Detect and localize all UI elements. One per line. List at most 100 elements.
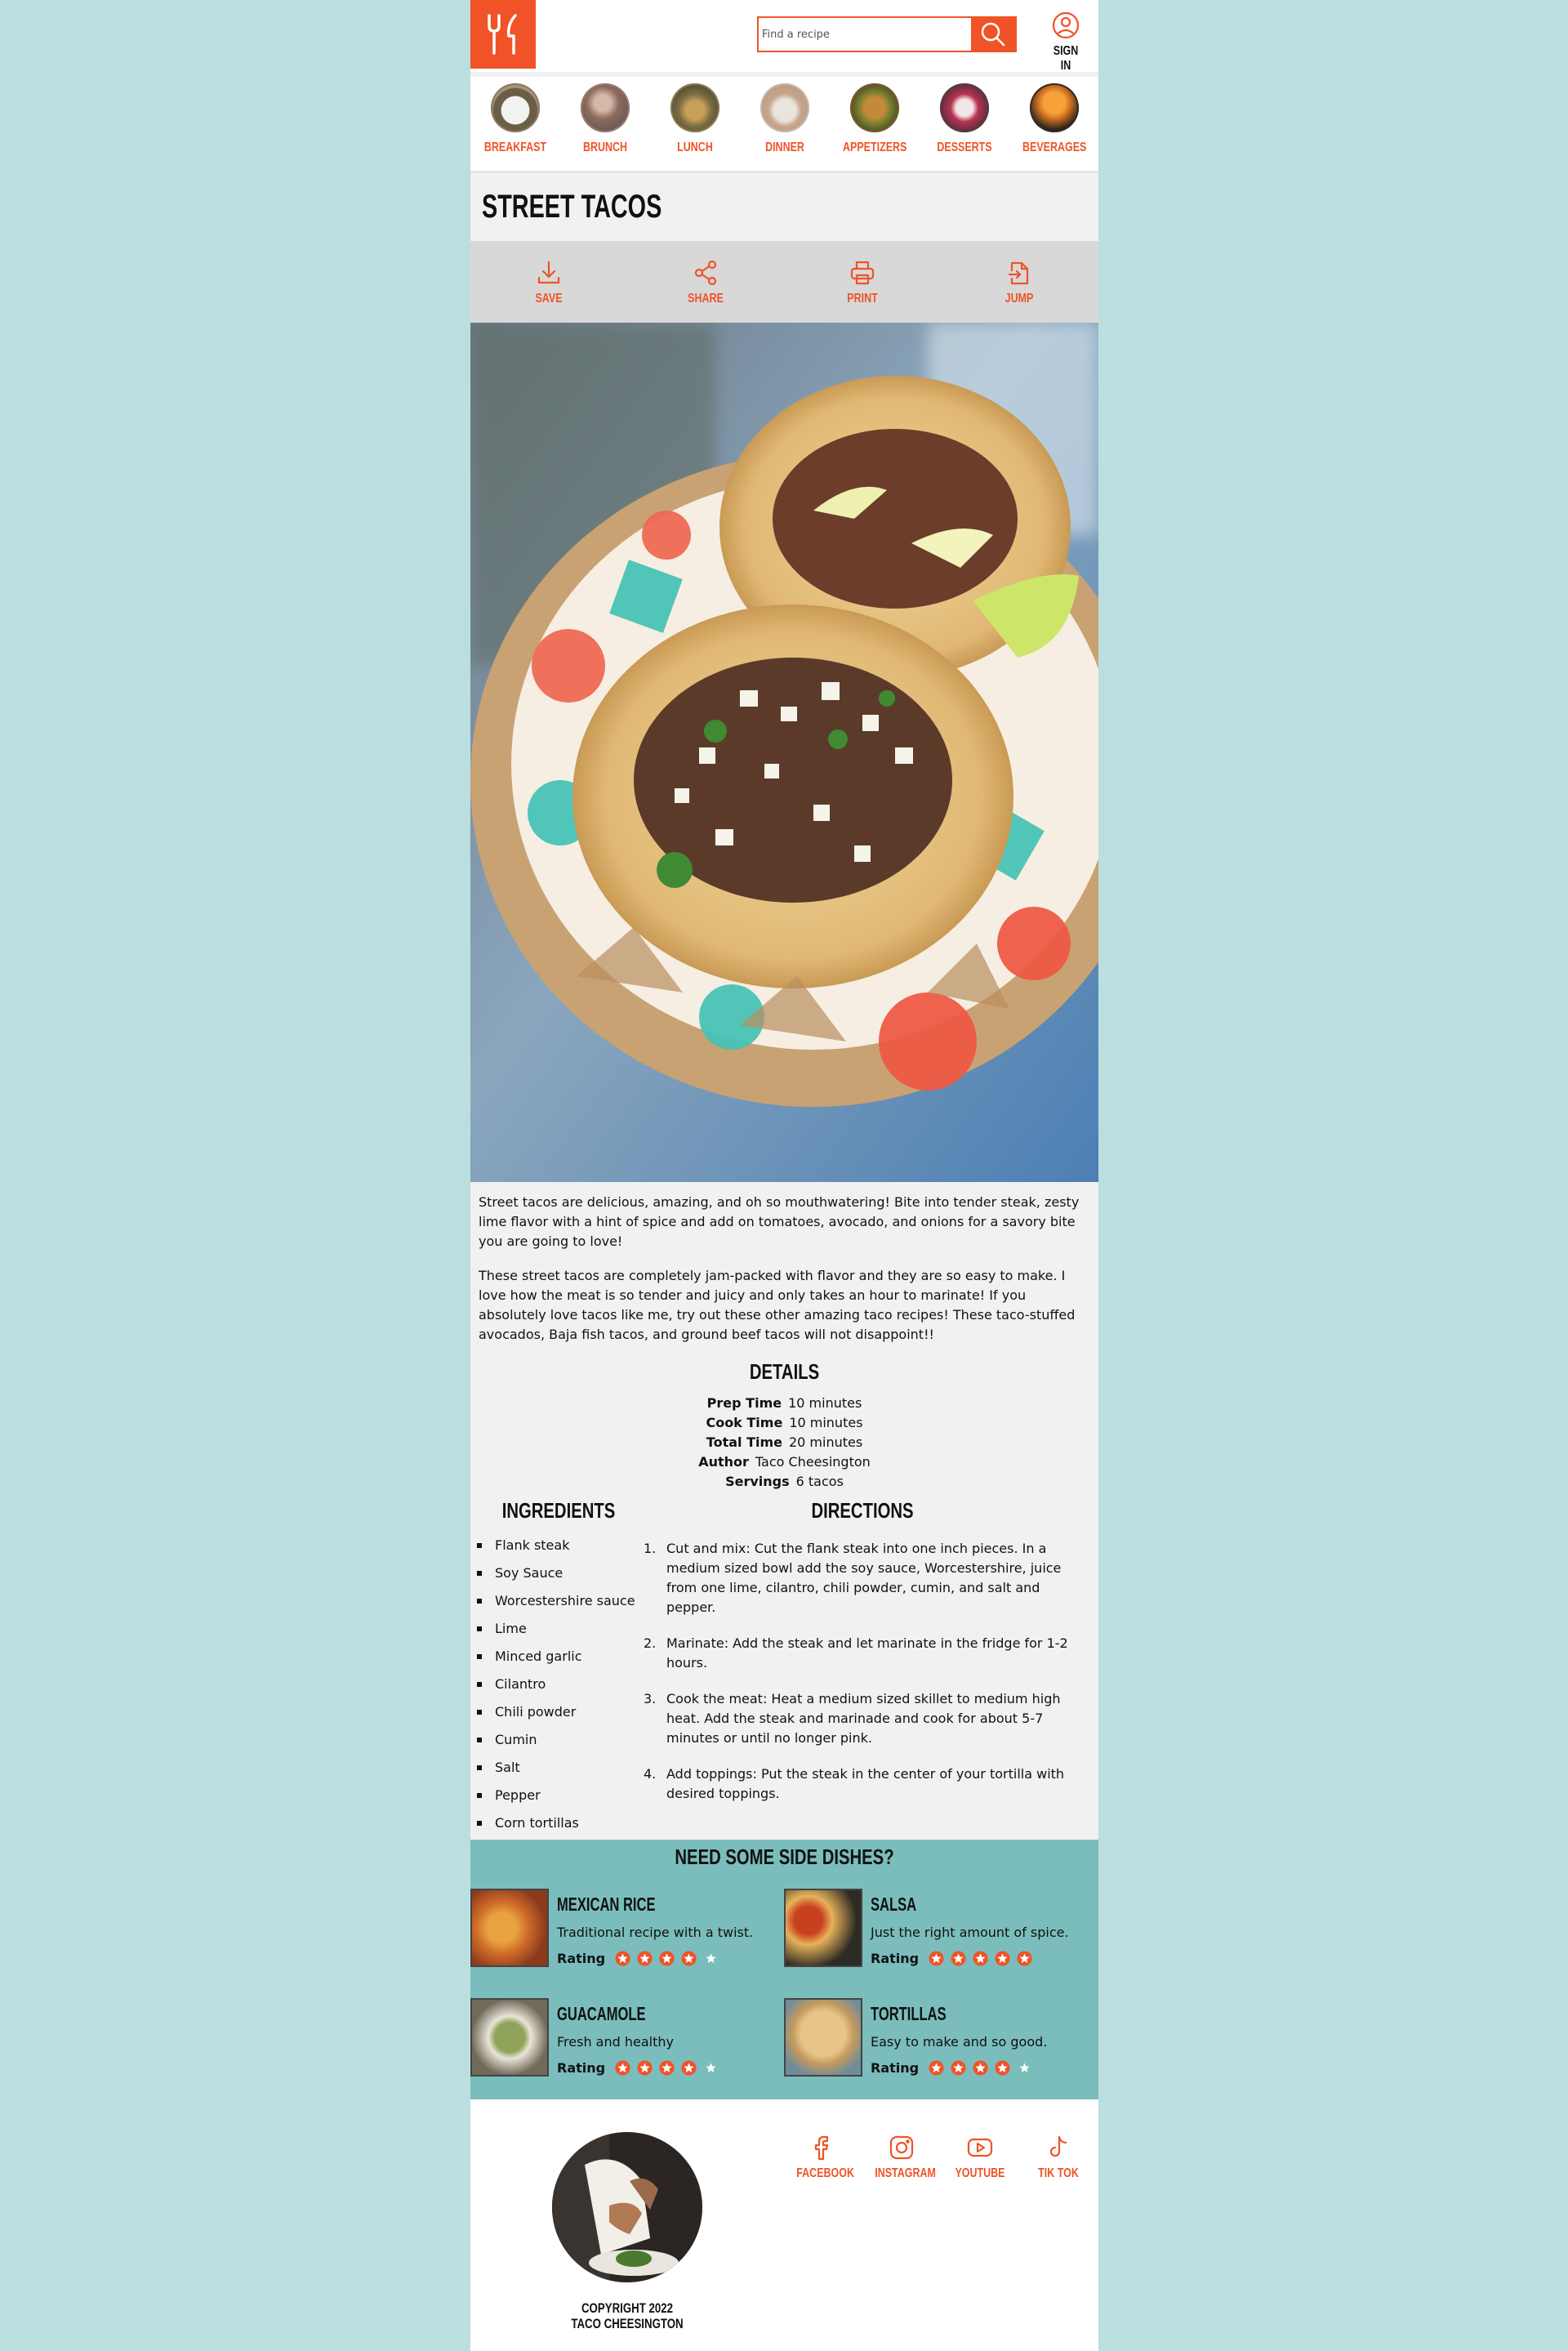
side-dish-description: Just the right amount of spice.: [871, 1925, 1069, 1940]
share-button[interactable]: SHARE: [673, 259, 738, 306]
star-filled-icon: [659, 2060, 675, 2076]
step-text: Cut and mix: Cut the flank steak into on…: [666, 1541, 1062, 1615]
category-lunch[interactable]: LUNCH: [654, 83, 736, 155]
side-dish-card[interactable]: MEXICAN RICE Traditional recipe with a t…: [470, 1889, 773, 1969]
search-input[interactable]: [759, 18, 973, 51]
jump-icon: [1008, 261, 1029, 285]
category-image: [670, 83, 719, 132]
category-appetizers[interactable]: APPETIZERS: [834, 83, 915, 155]
category-beverages[interactable]: BEVERAGES: [1013, 83, 1095, 155]
recipe-details: Prep Time 10 minutes Cook Time 10 minutes …: [470, 1394, 1098, 1492]
side-dish-image: [784, 1889, 862, 1967]
hero-image: [470, 323, 1098, 1182]
side-dish-card[interactable]: SALSA Just the right amount of spice. Ra…: [784, 1889, 1086, 1969]
detail-row: Author Taco Cheesington: [470, 1452, 1098, 1472]
category-label: LUNCH: [677, 141, 713, 154]
site-header: SIGN IN: [470, 0, 1098, 74]
direction-step: 3. Cook the meat: Heat a medium sized ski…: [644, 1689, 1068, 1748]
side-dish-name: MEXICAN RICE: [557, 1894, 656, 1915]
side-dish-card[interactable]: GUACAMOLE Fresh and healthy Rating: [470, 1998, 773, 2078]
ingredient-item: Chili powder: [477, 1702, 650, 1730]
category-label: DESSERTS: [937, 141, 992, 154]
facebook-icon: [814, 2135, 829, 2161]
ingredient-item: Flank steak: [477, 1536, 650, 1564]
rating-label: Rating: [557, 1951, 606, 1966]
side-dish-name: TORTILLAS: [871, 2003, 947, 2024]
chef-photo: [552, 2132, 702, 2282]
star-filled-icon: [1017, 1951, 1032, 1966]
star-filled-icon: [995, 2060, 1010, 2076]
detail-value: 10 minutes: [788, 1395, 862, 1411]
social-tiktok[interactable]: TIK TOK: [1024, 2134, 1093, 2181]
star-filled-icon: [973, 1951, 988, 1966]
star-filled-icon: [951, 1951, 966, 1966]
star-filled-icon: [681, 2060, 697, 2076]
step-number: 3.: [644, 1691, 657, 1706]
star-empty-icon: [706, 2063, 716, 2073]
direction-step: 2. Marinate: Add the steak and let marina…: [644, 1634, 1068, 1673]
category-label: APPETIZERS: [843, 141, 907, 154]
step-number: 4.: [644, 1766, 657, 1782]
category-image: [491, 83, 540, 132]
direction-step: 1. Cut and mix: Cut the flank steak into …: [644, 1539, 1068, 1617]
star-filled-icon: [637, 2060, 653, 2076]
category-brunch[interactable]: BRUNCH: [564, 83, 646, 155]
star-filled-icon: [615, 1951, 630, 1966]
detail-row: Prep Time 10 minutes: [470, 1394, 1098, 1413]
search-bar: [757, 16, 1017, 52]
direction-step: 4. Add toppings: Put the steak in the cen…: [644, 1764, 1068, 1804]
category-image: [1030, 83, 1079, 132]
detail-value: 10 minutes: [789, 1415, 863, 1430]
side-dish-name: GUACAMOLE: [557, 2003, 646, 2024]
side-dish-rating: Rating: [871, 2060, 1039, 2076]
jump-button[interactable]: JUMP: [987, 259, 1052, 306]
side-dishes-section: NEED SOME SIDE DISHES? MEXICAN RICE Trad…: [470, 1840, 1098, 2099]
category-breakfast[interactable]: BREAKFAST: [474, 83, 556, 155]
social-youtube[interactable]: YOUTUBE: [946, 2134, 1014, 2181]
star-rating: [929, 1951, 1039, 1966]
save-button[interactable]: SAVE: [516, 259, 581, 306]
detail-value: 6 tacos: [795, 1474, 844, 1489]
copyright-owner: TACO CHEESINGTON: [571, 2316, 684, 2331]
save-label: SAVE: [535, 292, 563, 306]
star-filled-icon: [929, 2060, 944, 2076]
social-facebook[interactable]: FACEBOOK: [789, 2134, 858, 2181]
ingredient-item: Worcestershire sauce: [477, 1591, 650, 1619]
step-number: 2.: [644, 1635, 657, 1651]
print-label: PRINT: [847, 292, 878, 306]
star-filled-icon: [973, 2060, 988, 2076]
category-dinner[interactable]: DINNER: [744, 83, 826, 155]
star-rating: [615, 1951, 725, 1966]
side-dish-card[interactable]: TORTILLAS Easy to make and so good. Rati…: [784, 1998, 1086, 2078]
sign-in-link[interactable]: SIGN IN: [1042, 11, 1089, 74]
star-rating: [615, 2060, 725, 2076]
side-dish-rating: Rating: [871, 1951, 1039, 1966]
side-dish-image: [470, 1889, 549, 1967]
sign-in-label: SIGN IN: [1053, 44, 1079, 73]
star-filled-icon: [637, 1951, 653, 1966]
category-label: BREAKFAST: [483, 141, 547, 154]
ingredient-item: Lime: [477, 1619, 650, 1647]
side-dish-rating: Rating: [557, 2060, 725, 2076]
side-dish-name: SALSA: [871, 1894, 917, 1915]
search-button[interactable]: [971, 18, 1015, 51]
recipe-title-bar: STREET TACOS: [470, 176, 1098, 241]
print-button[interactable]: PRINT: [830, 259, 895, 306]
star-filled-icon: [929, 1951, 944, 1966]
social-label: TIK TOK: [1038, 2166, 1079, 2180]
step-text: Marinate: Add the steak and let marinate…: [666, 1635, 1068, 1671]
star-empty-icon: [1019, 2063, 1030, 2073]
step-text: Add toppings: Put the steak in the cente…: [666, 1766, 1065, 1801]
ingredient-item: Soy Sauce: [477, 1564, 650, 1591]
site-logo[interactable]: [470, 0, 536, 69]
tiktok-icon: [1049, 2135, 1067, 2157]
star-empty-icon: [706, 1953, 716, 1964]
ingredient-item: Cumin: [477, 1730, 650, 1758]
category-desserts[interactable]: DESSERTS: [924, 83, 1005, 155]
share-label: SHARE: [688, 292, 724, 306]
social-instagram[interactable]: INSTAGRAM: [867, 2134, 936, 2181]
recipe-actions: SAVE SHARE PRINT JUMP: [470, 241, 1098, 323]
share-icon: [694, 260, 717, 286]
category-image: [581, 83, 630, 132]
fork-knife-icon: [488, 14, 517, 55]
